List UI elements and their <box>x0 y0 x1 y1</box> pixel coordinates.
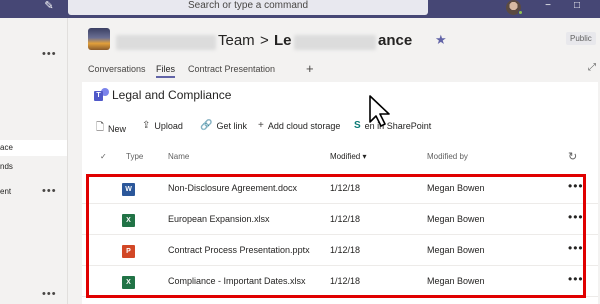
team-logo <box>88 28 110 50</box>
teams-icon: T <box>94 88 109 102</box>
column-modified[interactable]: Modified ▾ <box>330 152 366 161</box>
channel-name-start: Le <box>274 32 292 49</box>
column-name[interactable]: Name <box>168 152 189 161</box>
sidebar-item-channel-active[interactable]: ace <box>0 140 67 156</box>
refresh-icon[interactable]: ↻ <box>568 150 577 163</box>
tab-files[interactable]: Files <box>156 64 176 78</box>
library-title: Legal and Compliance <box>112 88 232 102</box>
minimize-button[interactable]: − <box>537 0 559 14</box>
add-cloud-storage-button[interactable]: + Add cloud storage <box>258 120 340 131</box>
sidebar-item-channel[interactable]: ent <box>0 184 67 200</box>
breadcrumb-chevron-icon: > <box>260 32 269 49</box>
sidebar-more-icon[interactable]: ••• <box>42 48 57 60</box>
column-modified-by[interactable]: Modified by <box>427 152 468 161</box>
search-input[interactable]: Search or type a command <box>68 0 428 15</box>
sidebar-more-icon[interactable]: ••• <box>42 185 57 197</box>
new-label: New <box>108 123 127 134</box>
add-cloud-storage-label: Add cloud storage <box>267 120 341 131</box>
column-type[interactable]: Type <box>126 152 143 161</box>
tab-conversations[interactable]: Conversations <box>88 64 146 78</box>
link-icon: 🔗 <box>200 120 213 131</box>
team-name[interactable]: Team <box>218 32 255 49</box>
sidebar-more-icon[interactable]: ••• <box>42 288 57 300</box>
teams-sidebar: ••• ace nds ent ••• ••• <box>0 18 68 304</box>
compose-icon[interactable]: ✎ <box>42 0 56 14</box>
new-button[interactable]: 🗋 New <box>96 120 126 137</box>
sidebar-item-channel[interactable]: nds <box>0 159 67 175</box>
highlight-box <box>86 174 586 298</box>
sharepoint-icon: S <box>354 120 361 131</box>
get-link-button[interactable]: 🔗 Get link <box>200 120 247 131</box>
channel-name-end: ance <box>378 32 413 49</box>
redacted-team-name <box>116 35 216 50</box>
favorite-star-icon[interactable]: ★ <box>435 32 447 48</box>
tab-contract-presentation[interactable]: Contract Presentation <box>188 64 275 78</box>
mouse-cursor-icon <box>369 95 390 127</box>
add-tab-button[interactable]: + <box>306 61 314 76</box>
privacy-badge: Public <box>566 32 596 45</box>
presence-status-icon <box>518 10 523 15</box>
plus-icon: + <box>258 120 264 131</box>
redacted-channel-name <box>294 35 376 50</box>
title-bar: ✎ Search or type a command − □ <box>0 0 600 18</box>
upload-label: Upload <box>154 120 183 131</box>
file-list-header: ✓ Type Name Modified ▾ Modified by ↻ <box>82 150 598 166</box>
get-link-label: Get link <box>216 120 247 131</box>
select-all-checkbox[interactable]: ✓ <box>100 152 107 161</box>
new-document-icon: 🗋 <box>96 122 105 133</box>
upload-icon: ⇪ <box>142 120 151 131</box>
upload-button[interactable]: ⇪ Upload <box>142 120 183 131</box>
expand-icon[interactable]: ⤢ <box>588 62 596 73</box>
maximize-button[interactable]: □ <box>566 0 588 14</box>
